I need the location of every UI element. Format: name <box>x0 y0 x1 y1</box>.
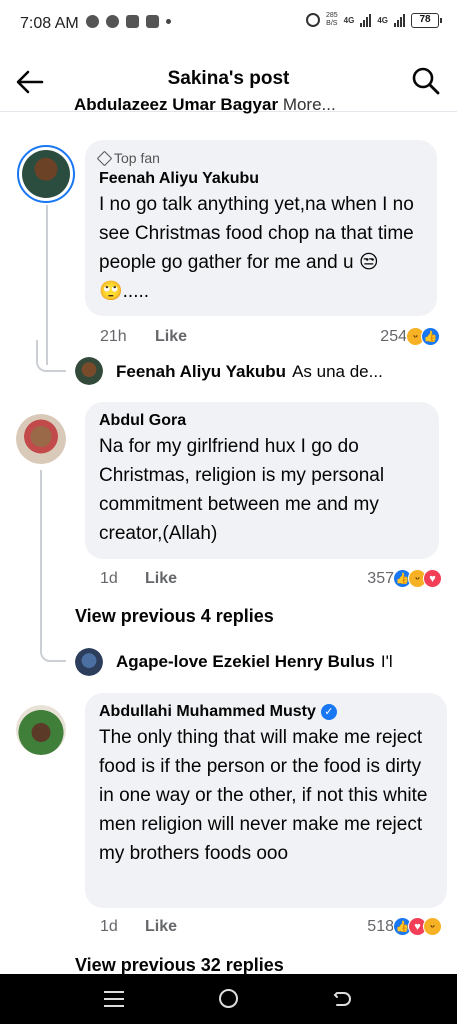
comment-time[interactable]: 1d <box>100 570 118 588</box>
comment-author[interactable]: Abdul Gora <box>99 412 425 430</box>
page-title: Sakina's post <box>167 68 290 89</box>
comment-bubble[interactable]: Abdullahi Muhammed Musty ✓ The only thin… <box>85 693 447 908</box>
messenger-icon <box>146 15 159 28</box>
avatar[interactable] <box>17 145 75 203</box>
back-nav-icon <box>333 992 351 1006</box>
reply-avatar[interactable] <box>75 648 103 676</box>
status-time: 7:08 AM <box>20 15 79 32</box>
back-nav-button[interactable] <box>332 989 352 1009</box>
view-previous-replies[interactable]: View previous 32 replies <box>75 955 284 976</box>
search-button[interactable] <box>411 66 441 96</box>
like-button[interactable]: Like <box>155 328 187 346</box>
system-nav-bar <box>0 974 457 1024</box>
snapchat-icon <box>106 15 119 28</box>
reactions[interactable]: 357 👍 ᵕ ♥ <box>367 569 442 588</box>
comment-actions: 1d Like 357 👍 ᵕ ♥ <box>100 569 442 592</box>
comment-actions: 1d Like 518 👍 ♥ ᵕ <box>100 917 442 940</box>
top-fan-badge: Top fan <box>96 150 423 166</box>
like-reaction-icon: 👍 <box>421 327 440 346</box>
network-type-2: 4G <box>377 15 388 25</box>
verified-badge-icon: ✓ <box>320 704 337 720</box>
haha-reaction-icon: ᵕ <box>423 917 442 936</box>
network-type-1: 4G <box>343 15 355 25</box>
reactions[interactable]: 254 ᵕ 👍 <box>380 327 440 346</box>
like-button[interactable]: Like <box>145 570 177 588</box>
avatar[interactable] <box>16 705 66 755</box>
view-previous-replies[interactable]: View previous 4 replies <box>75 606 274 627</box>
comment-text: I no go talk anything yet,na when I no s… <box>99 194 414 302</box>
comment-author[interactable]: Feenah Aliyu Yakubu <box>99 170 423 188</box>
notification-icons <box>86 15 171 28</box>
reply-avatar[interactable] <box>75 357 103 385</box>
thread-elbow <box>40 610 66 662</box>
comment-actions: 21h Like 254 ᵕ 👍 <box>100 327 440 350</box>
home-button[interactable] <box>219 989 238 1008</box>
comment-time[interactable]: 1d <box>100 918 118 936</box>
diamond-icon <box>96 150 113 166</box>
reactions[interactable]: 518 👍 ♥ ᵕ <box>367 917 442 936</box>
like-button[interactable]: Like <box>145 918 177 936</box>
thread-elbow <box>36 340 66 372</box>
app-notification-icon <box>86 15 99 28</box>
search-icon <box>412 67 440 95</box>
reaction-count: 518 <box>367 917 394 935</box>
cutoff-reply-row[interactable]: Abdulazeez Umar Bagyar More... <box>74 95 457 119</box>
recent-apps-button[interactable] <box>104 991 124 1007</box>
status-right: 285 B/S 4G 4G 78 <box>305 12 442 28</box>
network-speed: 285 B/S <box>325 12 338 27</box>
status-bar: 7:08 AM 285 B/S 4G 4G 78 <box>0 0 457 50</box>
comment-author[interactable]: Abdullahi Muhammed Musty ✓ <box>99 703 433 721</box>
thread-line <box>40 470 42 620</box>
comment-text: Na for my girlfriend hux I go do Christm… <box>99 436 385 544</box>
love-reaction-icon: ♥ <box>423 569 442 588</box>
battery-icon: 78 <box>411 12 442 28</box>
reaction-count: 254 <box>380 327 407 345</box>
avatar[interactable] <box>16 414 66 464</box>
comment-time[interactable]: 21h <box>100 328 127 346</box>
facebook-icon <box>126 15 139 28</box>
alarm-icon <box>305 13 320 27</box>
more-notifications-dot-icon <box>166 19 171 24</box>
reaction-count: 357 <box>367 569 394 587</box>
reply-preview[interactable]: Feenah Aliyu Yakubu As una de... <box>116 358 451 386</box>
signal-icon-2 <box>394 13 405 27</box>
reply-preview[interactable]: Agape-love Ezekiel Henry Bulus I'l <box>116 648 457 676</box>
signal-icon <box>360 13 372 27</box>
comment-bubble[interactable]: Abdul Gora Na for my girlfriend hux I go… <box>85 402 439 559</box>
comment-text: The only thing that will make me reject … <box>99 727 428 864</box>
comment-bubble[interactable]: Top fan Feenah Aliyu Yakubu I no go talk… <box>85 140 437 316</box>
